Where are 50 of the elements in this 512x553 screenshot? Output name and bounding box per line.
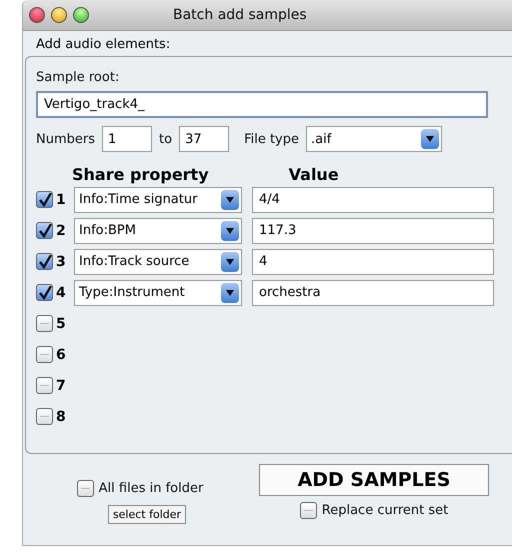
checkbox[interactable] <box>36 408 53 425</box>
caret-icon <box>226 290 234 296</box>
row-number: 5 <box>56 316 67 332</box>
row-number: 2 <box>56 222 67 238</box>
row-number: 8 <box>56 408 67 424</box>
checkbox[interactable] <box>36 284 53 301</box>
property-dropdown[interactable]: Info:BPM <box>74 218 242 244</box>
to-field[interactable]: 37 <box>179 126 230 152</box>
checkbox[interactable] <box>36 222 53 239</box>
value-field[interactable]: 4/4 <box>252 186 494 212</box>
value-field[interactable]: orchestra <box>252 280 494 306</box>
checkbox[interactable] <box>36 315 53 332</box>
numbers-label: Numbers <box>36 132 95 146</box>
row-number: 3 <box>56 254 67 270</box>
window-title: Batch add samples <box>173 7 307 23</box>
property-dropdown[interactable]: Info:Track source <box>74 248 242 274</box>
caret-icon <box>426 136 434 142</box>
property-dropdown[interactable]: Type:Instrument <box>74 280 242 306</box>
sample-root-label: Sample root: <box>36 70 120 85</box>
checkbox[interactable] <box>36 346 53 363</box>
select-folder-button[interactable]: select folder <box>108 505 186 524</box>
checkbox[interactable] <box>36 253 53 270</box>
row-number: 4 <box>56 284 67 300</box>
checkbox[interactable] <box>300 502 317 519</box>
value-field[interactable]: 117.3 <box>252 218 494 244</box>
minimize-button[interactable] <box>51 7 67 23</box>
close-button[interactable] <box>29 7 45 23</box>
row-number: 6 <box>56 346 67 362</box>
value-field[interactable]: 4 <box>252 248 494 274</box>
from-field[interactable]: 1 <box>102 126 152 152</box>
caret-icon <box>226 196 234 202</box>
checkbox[interactable] <box>36 377 53 394</box>
checkbox[interactable] <box>76 480 94 497</box>
value-header: Value <box>288 164 339 184</box>
file-type-label: File type <box>244 132 299 146</box>
all-files-label: All files in folder <box>98 481 204 496</box>
group-label: Add audio elements: <box>36 37 172 52</box>
caret-icon <box>226 258 234 264</box>
file-type-dropdown[interactable]: .aif <box>306 126 442 152</box>
checkbox[interactable] <box>36 191 53 208</box>
share-property-header: Share property <box>72 164 209 184</box>
zoom-button[interactable] <box>73 7 89 23</box>
to-label: to <box>159 132 172 146</box>
add-samples-button[interactable]: ADD SAMPLES <box>259 464 489 496</box>
property-dropdown[interactable]: Info:Time signatur <box>74 186 242 212</box>
sample-root-field[interactable]: Vertigo_track4_ <box>36 91 488 118</box>
row-number: 1 <box>56 192 67 208</box>
row-number: 7 <box>56 378 67 394</box>
replace-label: Replace current set <box>322 503 448 518</box>
caret-icon <box>226 228 234 234</box>
